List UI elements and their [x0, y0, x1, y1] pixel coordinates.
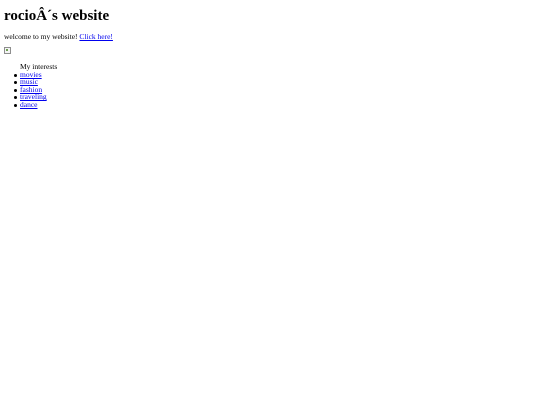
click-here-link[interactable]: Click here! — [79, 32, 113, 41]
broken-image-icon — [4, 47, 11, 54]
page-title: rocioÂ´s website — [4, 8, 110, 24]
interests-list: movies music fashion traveling dance — [13, 70, 57, 109]
list-item: dance — [13, 100, 57, 109]
web-page: rocioÂ´s website welcome to my website! … — [0, 0, 540, 405]
interest-link-dance[interactable]: dance — [20, 100, 38, 109]
welcome-paragraph: welcome to my website! Click here! — [4, 31, 113, 42]
welcome-text: welcome to my website! — [4, 32, 78, 41]
interests-section: My interests movies music fashion travel… — [13, 63, 57, 109]
